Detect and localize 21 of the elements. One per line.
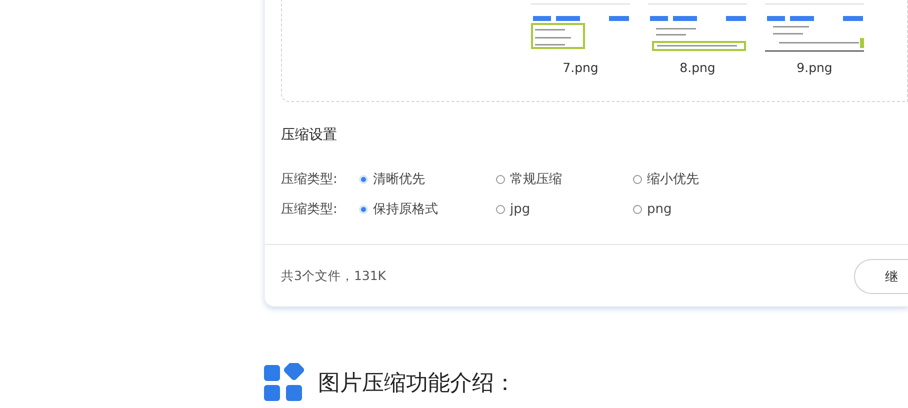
radio-icon[interactable]	[496, 174, 505, 184]
radio-option[interactable]: 保持原格式	[359, 200, 496, 218]
option-label: 压缩类型:	[281, 201, 338, 218]
file-summary: 共3个文件，131K	[281, 268, 386, 285]
radio-option[interactable]: 缩小优先	[633, 170, 770, 188]
drop-zone[interactable]: 7.png 8.png 9.png	[281, 0, 908, 102]
apps-icon	[264, 363, 304, 403]
continue-button[interactable]: 继	[854, 259, 908, 294]
radio-option[interactable]: png	[633, 202, 770, 216]
radio-option[interactable]: 常规压缩	[496, 170, 633, 188]
option-label: 压缩类型:	[281, 171, 338, 188]
file-name: 7.png	[562, 60, 598, 75]
radio-icon[interactable]	[496, 204, 505, 214]
section-title: 压缩设置	[281, 126, 338, 144]
radio-option[interactable]: jpg	[496, 202, 633, 216]
radio-option[interactable]: 清晰优先	[359, 170, 496, 188]
radio-icon[interactable]	[633, 204, 642, 214]
file-name: 9.png	[796, 60, 832, 75]
file-name: 8.png	[680, 60, 716, 75]
section-heading: 图片压缩功能介绍：	[318, 370, 516, 398]
radio-icon[interactable]	[633, 174, 642, 184]
